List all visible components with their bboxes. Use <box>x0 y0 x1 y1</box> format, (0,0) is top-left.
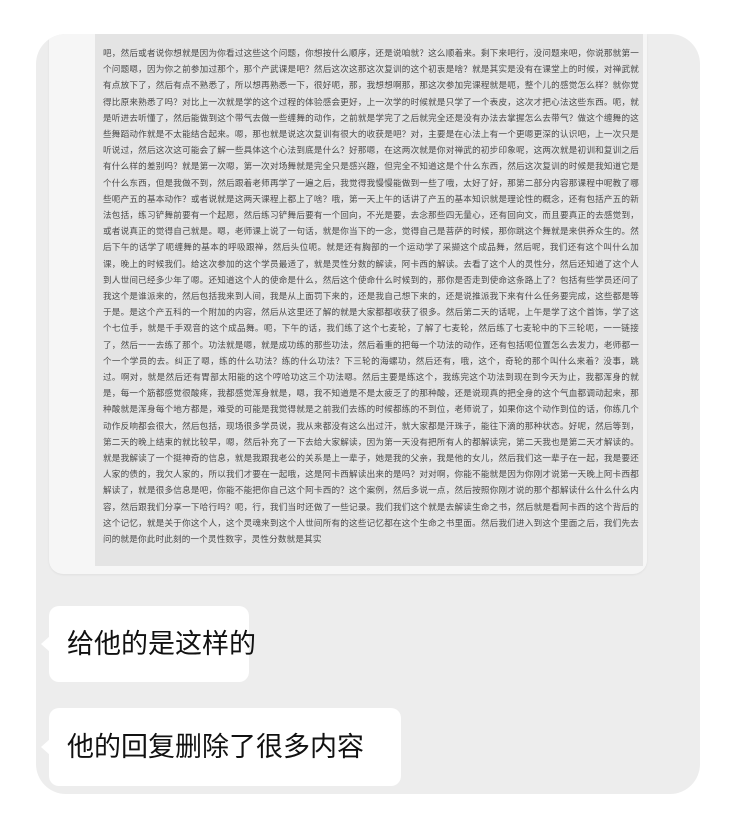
message-bubble[interactable]: 他的回复删除了很多内容 <box>41 708 401 786</box>
message-text: 他的回复删除了很多内容 <box>67 731 364 763</box>
document-transcript-text: 吧，然后或者说你想就是因为你看过这些这个问题，你想按什么顺序，还是说咱就？这么顺… <box>103 49 639 546</box>
document-image: 吧，然后或者说你想就是因为你看过这些这个问题，你想按什么顺序，还是说咱就？这么顺… <box>95 34 643 566</box>
message-text: 给他的是这样的 <box>67 628 256 660</box>
chat-panel[interactable]: 吧，然后或者说你想就是因为你看过这些这个问题，你想按什么顺序，还是说咱就？这么顺… <box>36 34 700 794</box>
document-image-message[interactable]: 吧，然后或者说你想就是因为你看过这些这个问题，你想按什么顺序，还是说咱就？这么顺… <box>49 34 647 574</box>
message-bubble[interactable]: 给他的是这样的 <box>41 606 256 682</box>
